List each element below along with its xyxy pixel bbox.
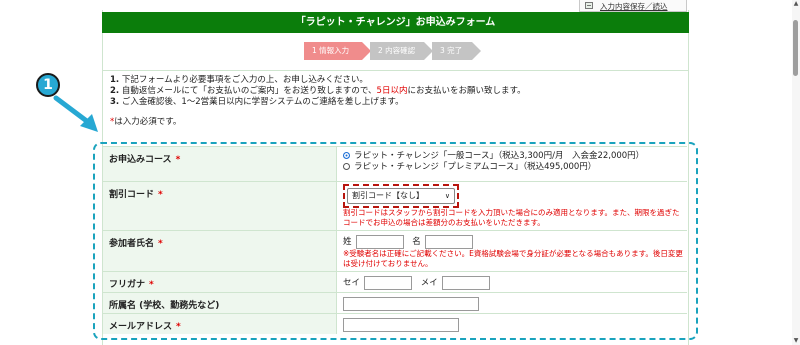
scroll-down-icon[interactable]: ▼ [792, 337, 800, 345]
intro-line-3: 3. ご入金確認後、1〜2営業日以内に学習システムのご連絡を差し上げます。 [110, 97, 404, 107]
scrollbar-thumb[interactable] [793, 20, 798, 76]
step-confirm: 2 内容確認 [370, 42, 433, 60]
annotation-arrow-icon [53, 95, 98, 132]
intro-text: 1. 下記フォームより必要事項をご入力の上、お申し込みください。 2. 自動返信… [103, 70, 688, 140]
save-icon [585, 2, 593, 9]
save-load-button[interactable]: 入力内容保存／読込 [579, 0, 687, 12]
step-input: 1 情報入力 [304, 42, 371, 60]
form-title: 「ラピット・チャレンジ」お申込みフォーム [102, 12, 689, 33]
required-note: *は入力必須です。 [110, 117, 182, 127]
save-load-label: 入力内容保存／読込 [600, 2, 668, 11]
step-complete: 3 完了 [432, 42, 481, 60]
scroll-up-icon[interactable]: ▲ [792, 0, 800, 8]
intro-line-1: 1. 下記フォームより必要事項をご入力の上、お申し込みください。 [110, 75, 368, 85]
intro-line-2: 2. 自動返信メールにて「お支払いのご案内」をお送り致しますので、5日以内にお支… [110, 86, 526, 96]
highlight-dashed-box [93, 142, 698, 340]
